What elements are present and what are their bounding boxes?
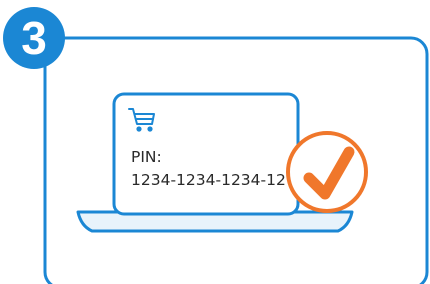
pin-label: PIN:	[131, 148, 162, 166]
checkmark-badge	[286, 131, 368, 213]
step-badge: 3	[3, 7, 65, 69]
pin-value: 1234-1234-1234-1234	[131, 171, 306, 189]
step-number: 3	[21, 12, 47, 64]
step-illustration: 3 PIN: 1234-1234-1234-1234	[3, 7, 429, 284]
